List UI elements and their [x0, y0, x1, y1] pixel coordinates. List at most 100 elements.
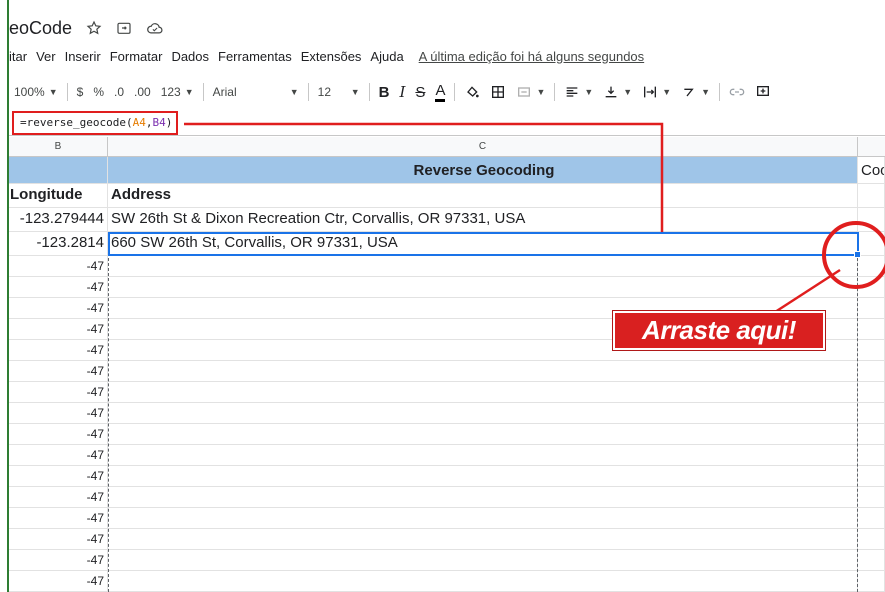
document-title[interactable]: eoCode: [9, 18, 72, 39]
strikethrough-button[interactable]: S: [410, 80, 430, 104]
cell-d-fill[interactable]: [858, 550, 885, 571]
number-format-select[interactable]: 123 ▼: [156, 80, 199, 104]
cell-d-fill[interactable]: [858, 319, 885, 340]
toolbar-divider: [454, 83, 456, 101]
cell-b-fill[interactable]: -47: [9, 256, 108, 277]
menu-data[interactable]: Dados: [171, 49, 209, 64]
cell-d-fill[interactable]: [858, 340, 885, 361]
cell-d2[interactable]: Coo: [858, 157, 885, 184]
menu-format[interactable]: Formatar: [110, 49, 163, 64]
toolbar-divider: [202, 83, 204, 101]
text-rotation-icon[interactable]: ▼: [676, 80, 715, 104]
cell-c5[interactable]: 660 SW 26th St, Corvallis, OR 97331, USA: [108, 232, 858, 256]
cell-b-fill[interactable]: -47: [9, 550, 108, 571]
toolbar-divider: [719, 83, 721, 101]
column-header-c[interactable]: C: [108, 137, 858, 157]
toolbar-divider: [368, 83, 370, 101]
cell-d-fill[interactable]: [858, 571, 885, 592]
text-wrap-icon[interactable]: ▼: [637, 80, 676, 104]
cell-c2[interactable]: Reverse Geocoding: [108, 157, 858, 184]
menu-help[interactable]: Ajuda: [370, 49, 403, 64]
cell-d3[interactable]: [858, 184, 885, 208]
cell-c-fill[interactable]: [108, 550, 858, 571]
last-edit-link[interactable]: A última edição foi há alguns segundos: [419, 49, 645, 64]
cell-b3[interactable]: Longitude: [9, 184, 108, 208]
chevron-down-icon: ▼: [623, 87, 633, 97]
currency-button[interactable]: $: [72, 80, 89, 104]
star-icon[interactable]: [86, 20, 102, 36]
horizontal-align-icon[interactable]: ▼: [559, 80, 598, 104]
cell-d-fill[interactable]: [858, 466, 885, 487]
cell-d-fill[interactable]: [858, 508, 885, 529]
cell-d-fill[interactable]: [858, 487, 885, 508]
cell-d-fill[interactable]: [858, 445, 885, 466]
link-icon[interactable]: [724, 80, 750, 104]
cell-c-fill[interactable]: [108, 508, 858, 529]
menu-edit[interactable]: itar: [9, 49, 27, 64]
italic-button[interactable]: I: [394, 80, 410, 104]
cell-b-fill[interactable]: -47: [9, 382, 108, 403]
cell-d-fill[interactable]: [858, 382, 885, 403]
zoom-select[interactable]: 100% ▼: [9, 80, 63, 104]
cell-b-fill[interactable]: -47: [9, 571, 108, 592]
cell-c4[interactable]: SW 26th St & Dixon Recreation Ctr, Corva…: [108, 208, 858, 232]
menu-tools[interactable]: Ferramentas: [218, 49, 292, 64]
cell-d-fill[interactable]: [858, 403, 885, 424]
number-format-value: 123: [160, 85, 181, 99]
increase-decimal-button[interactable]: .00: [129, 80, 156, 104]
font-select[interactable]: Arial ▼: [208, 80, 304, 104]
bold-button[interactable]: B: [374, 80, 395, 104]
cell-c-fill[interactable]: [108, 382, 858, 403]
menu-extensions[interactable]: Extensões: [301, 49, 362, 64]
cell-c-fill[interactable]: [108, 361, 858, 382]
borders-icon[interactable]: [485, 80, 511, 104]
cell-c-fill[interactable]: [108, 529, 858, 550]
cell-b2[interactable]: [9, 157, 108, 184]
cell-b4[interactable]: -123.279444: [9, 208, 108, 232]
column-header-d[interactable]: [858, 137, 885, 157]
cell-c-fill[interactable]: [108, 466, 858, 487]
menu-view[interactable]: Ver: [36, 49, 56, 64]
vertical-align-icon[interactable]: ▼: [598, 80, 637, 104]
cell-b-fill[interactable]: -47: [9, 361, 108, 382]
cell-d-fill[interactable]: [858, 361, 885, 382]
percent-button[interactable]: %: [88, 80, 109, 104]
cell-c-fill[interactable]: [108, 277, 858, 298]
menu-insert[interactable]: Inserir: [65, 49, 101, 64]
cell-b-fill[interactable]: -47: [9, 445, 108, 466]
cell-b-fill[interactable]: -47: [9, 277, 108, 298]
cell-b-fill[interactable]: -47: [9, 466, 108, 487]
cell-c-fill[interactable]: [108, 403, 858, 424]
merge-cells-icon[interactable]: ▼: [511, 80, 550, 104]
cell-c-fill[interactable]: [108, 445, 858, 466]
cell-b-fill[interactable]: -47: [9, 487, 108, 508]
cell-c-fill[interactable]: [108, 424, 858, 445]
formula-input[interactable]: =reverse_geocode(A4,B4): [12, 111, 179, 135]
text-color-button[interactable]: A: [430, 80, 450, 104]
cell-b-fill[interactable]: -47: [9, 508, 108, 529]
cell-b-fill[interactable]: -47: [9, 340, 108, 361]
decrease-decimal-button[interactable]: .0: [109, 80, 129, 104]
font-size-select[interactable]: 12 ▼: [313, 80, 365, 104]
move-folder-icon[interactable]: [116, 20, 132, 36]
cell-c-fill[interactable]: [108, 256, 858, 277]
comment-icon[interactable]: [750, 80, 776, 104]
chevron-down-icon: ▼: [289, 87, 299, 97]
cell-b-fill[interactable]: -47: [9, 298, 108, 319]
cell-d-fill[interactable]: [858, 529, 885, 550]
cell-d-fill[interactable]: [858, 424, 885, 445]
cell-d-fill[interactable]: [858, 298, 885, 319]
column-header-b[interactable]: B: [9, 137, 108, 157]
cell-b5[interactable]: -123.2814: [9, 232, 108, 256]
cloud-icon[interactable]: [146, 20, 164, 36]
cell-b-fill[interactable]: -47: [9, 403, 108, 424]
cell-c-fill[interactable]: [108, 487, 858, 508]
fill-color-icon[interactable]: [459, 80, 485, 104]
cell-c3[interactable]: Address: [108, 184, 858, 208]
cell-b-fill[interactable]: -47: [9, 319, 108, 340]
menu-bar: itar Ver Inserir Formatar Dados Ferramen…: [9, 46, 644, 66]
cell-b-fill[interactable]: -47: [9, 529, 108, 550]
cell-b-fill[interactable]: -47: [9, 424, 108, 445]
zoom-value: 100%: [14, 85, 45, 99]
cell-c-fill[interactable]: [108, 571, 858, 592]
